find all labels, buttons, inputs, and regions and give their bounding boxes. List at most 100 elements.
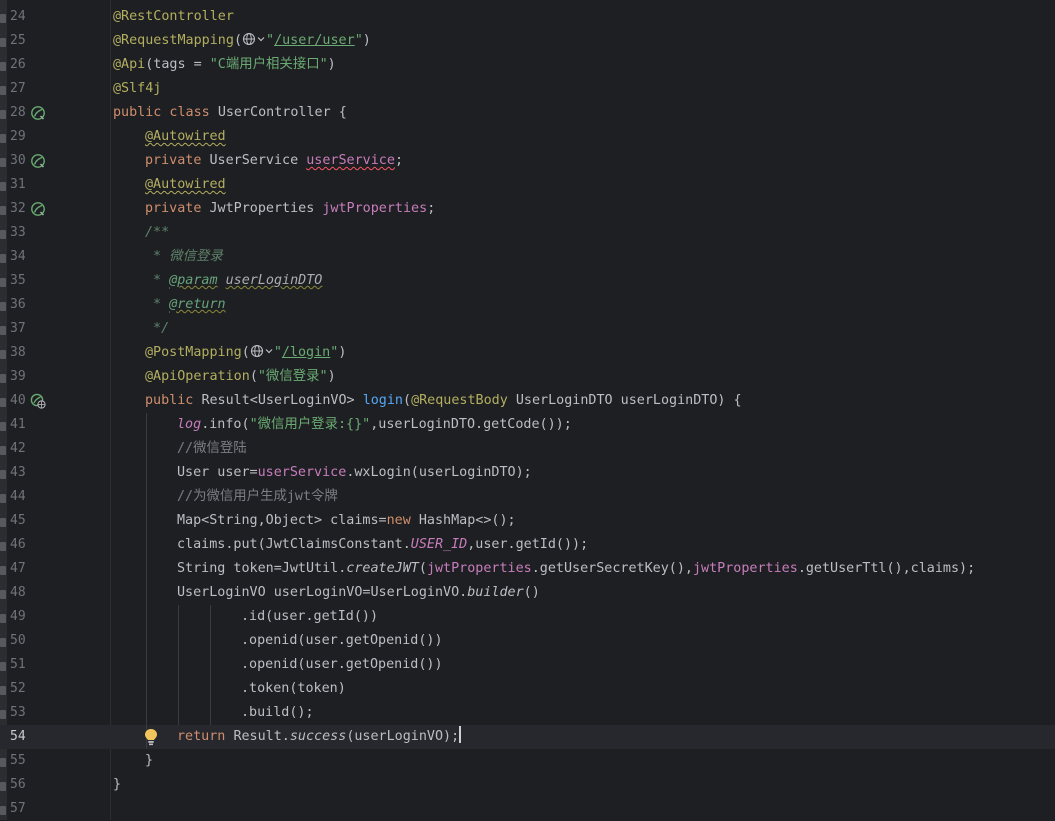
code-line[interactable]: 55}	[0, 749, 1055, 773]
code-line[interactable]: 24 @RestController	[0, 5, 1055, 29]
code-line[interactable]: 54 return Result.success(userLoginVO);	[0, 725, 1055, 749]
code-line[interactable]: 49 .id(user.getId())	[0, 605, 1055, 629]
line-number[interactable]: 52	[10, 677, 34, 701]
code-line[interactable]: 48 UserLoginVO userLoginVO=UserLoginVO.bu…	[0, 581, 1055, 605]
line-number[interactable]: 48	[10, 581, 34, 605]
line-number[interactable]: 38	[10, 341, 34, 365]
indent-guide	[178, 677, 179, 701]
line-number[interactable]: 39	[10, 365, 34, 389]
code-text: * @return	[145, 293, 226, 317]
line-number[interactable]: 50	[10, 629, 34, 653]
line-number[interactable]: 27	[10, 77, 34, 101]
line-number[interactable]: 51	[10, 653, 34, 677]
code-token: ,user.getId());	[467, 537, 589, 552]
spring-bean-icon[interactable]	[30, 153, 46, 169]
code-token: .info(	[201, 417, 250, 432]
spring-bean-icon[interactable]	[30, 105, 46, 121]
code-line[interactable]: 39 @ApiOperation("微信登录")	[0, 365, 1055, 389]
code-text: * @param userLoginDTO	[145, 269, 322, 293]
code-token: }	[145, 753, 154, 768]
code-line[interactable]: 42 //微信登陆	[0, 437, 1055, 461]
line-number[interactable]: 57	[10, 797, 34, 821]
indent-guide	[146, 677, 147, 701]
code-line[interactable]: 26 @Api(tags = "C端用户相关接口")	[0, 53, 1055, 77]
line-number[interactable]: 56	[10, 773, 34, 797]
code-line[interactable]: 40 public Result<UserLoginVO> login(@Requ…	[0, 389, 1055, 413]
code-line[interactable]: 29 @Autowired	[0, 125, 1055, 149]
code-token: "	[266, 33, 275, 48]
code-token: userService	[306, 153, 395, 168]
code-line[interactable]: 43 User user=userService.wxLogin(userLogi…	[0, 461, 1055, 485]
code-line[interactable]: 33 /**	[0, 221, 1055, 245]
line-number[interactable]: 46	[10, 533, 34, 557]
code-line[interactable]: 47 String token=JwtUtil.createJWT(jwtProp…	[0, 557, 1055, 581]
code-token: USER_ID	[410, 537, 468, 552]
code-text: .token(token)	[241, 677, 346, 701]
code-token: //为微信用户生成jwt令牌	[177, 489, 338, 504]
line-number[interactable]: 33	[10, 221, 34, 245]
code-line[interactable]: 38 @PostMapping("/login")	[0, 341, 1055, 365]
line-number[interactable]: 49	[10, 605, 34, 629]
line-number[interactable]: 36	[10, 293, 34, 317]
code-token: private	[145, 153, 210, 168]
line-number[interactable]: 44	[10, 485, 34, 509]
line-number[interactable]: 29	[10, 125, 34, 149]
code-line[interactable]: 52 .token(token)	[0, 677, 1055, 701]
spring-web-endpoint-icon[interactable]	[30, 393, 46, 409]
line-number[interactable]: 45	[10, 509, 34, 533]
code-line[interactable]: 41 log.info("微信用户登录:{}",userLoginDTO.getC…	[0, 413, 1055, 437]
code-token: @Autowired	[145, 129, 226, 144]
indent-guide	[178, 605, 179, 629]
line-number[interactable]: 34	[10, 245, 34, 269]
line-number[interactable]: 35	[10, 269, 34, 293]
code-text: public Result<UserLoginVO> login(@Reques…	[145, 389, 742, 413]
line-number[interactable]: 24	[10, 5, 34, 29]
code-token: ,userLoginDTO.getCode());	[370, 417, 572, 432]
code-line[interactable]: 30 private UserService userService;	[0, 149, 1055, 173]
indent-guide	[146, 629, 147, 653]
line-number[interactable]: 26	[10, 53, 34, 77]
line-number[interactable]: 25	[10, 29, 34, 53]
line-number[interactable]: 37	[10, 317, 34, 341]
code-token: .openid(user.getOpenid())	[241, 633, 443, 648]
line-number[interactable]: 41	[10, 413, 34, 437]
code-line[interactable]: 44 //为微信用户生成jwt令牌	[0, 485, 1055, 509]
indent-guide	[146, 509, 147, 533]
code-line[interactable]: 25 @RequestMapping("/user/user")	[0, 29, 1055, 53]
code-line[interactable]: 37 */	[0, 317, 1055, 341]
code-token: .openid(user.getOpenid())	[241, 657, 443, 672]
code-line[interactable]: 53 .build();	[0, 701, 1055, 725]
line-number[interactable]: 31	[10, 173, 34, 197]
text-cursor	[459, 726, 462, 743]
code-editor[interactable]: 24 @RestController 25 @RequestMapping("/use…	[0, 0, 1055, 820]
code-token: "微信登录"	[257, 369, 328, 384]
line-number[interactable]: 42	[10, 437, 34, 461]
code-text: //微信登陆	[177, 437, 247, 461]
line-number[interactable]: 54	[10, 725, 34, 749]
code-line[interactable]: 27 @Slf4j	[0, 77, 1055, 101]
code-line[interactable]: 57	[0, 797, 1055, 821]
line-number[interactable]: 53	[10, 701, 34, 725]
code-token: UserController {	[217, 105, 347, 120]
code-line[interactable]: 56}	[0, 773, 1055, 797]
code-line[interactable]: 35 * @param userLoginDTO	[0, 269, 1055, 293]
code-line[interactable]: 51 .openid(user.getOpenid())	[0, 653, 1055, 677]
code-text: @Autowired	[145, 173, 226, 197]
code-line[interactable]: 28 public class UserController {	[0, 101, 1055, 125]
lightbulb-icon[interactable]	[142, 727, 160, 747]
line-number[interactable]: 47	[10, 557, 34, 581]
code-line[interactable]: 32 private JwtProperties jwtProperties;	[0, 197, 1055, 221]
code-line[interactable]: 36 * @return	[0, 293, 1055, 317]
code-token: * 微信登录	[145, 249, 223, 264]
code-line[interactable]: 50 .openid(user.getOpenid())	[0, 629, 1055, 653]
spring-bean-icon[interactable]	[30, 201, 46, 217]
line-number[interactable]: 43	[10, 461, 34, 485]
line-number[interactable]: 55	[10, 749, 34, 773]
code-text: .build();	[241, 701, 314, 725]
code-line[interactable]: 34 * 微信登录	[0, 245, 1055, 269]
code-line[interactable]: 46 claims.put(JwtClaimsConstant.USER_ID,u…	[0, 533, 1055, 557]
code-token: )	[362, 33, 371, 48]
code-line[interactable]: 31 @Autowired	[0, 173, 1055, 197]
code-line[interactable]: 45 Map<String,Object> claims=new HashMap<…	[0, 509, 1055, 533]
